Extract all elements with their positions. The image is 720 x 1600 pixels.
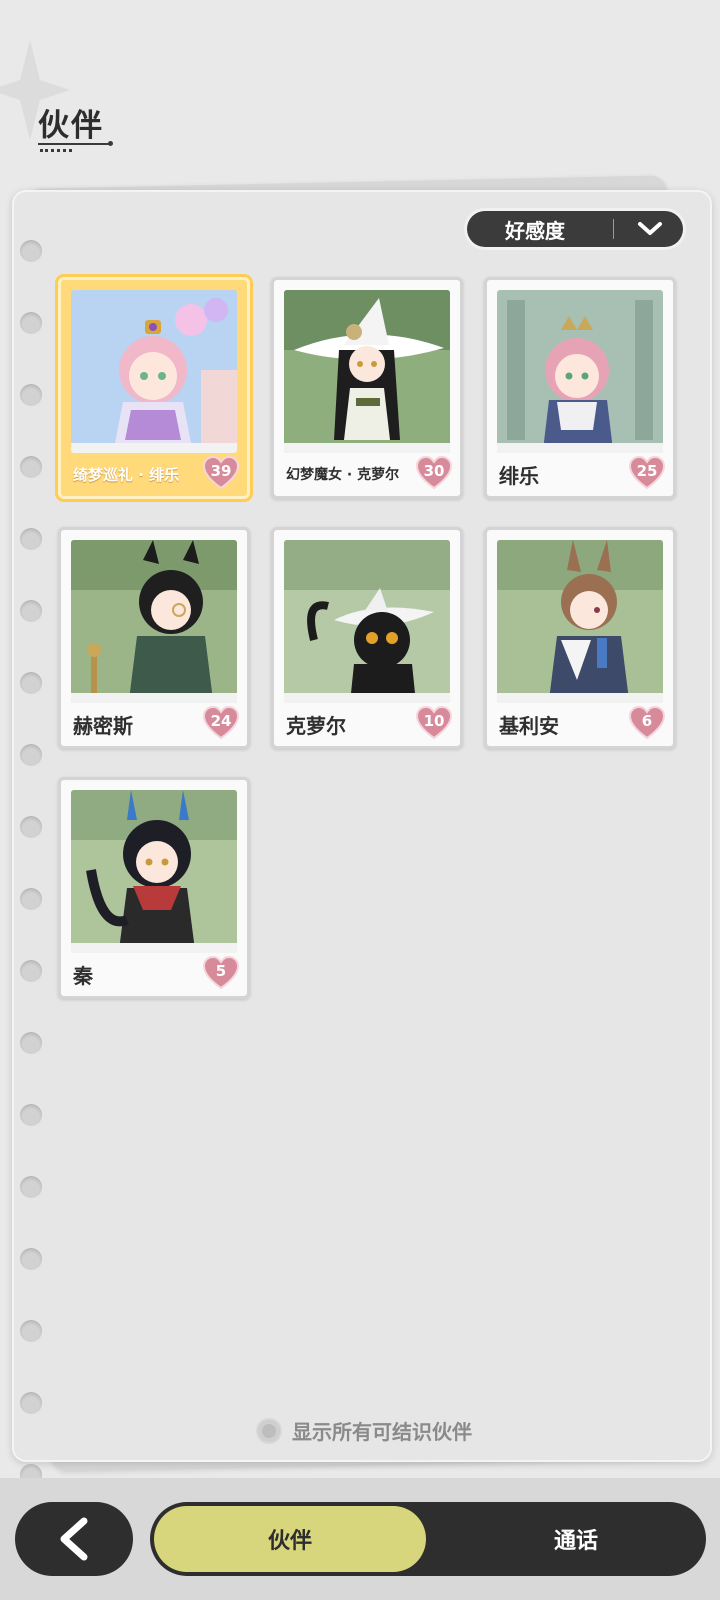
show-all-toggle[interactable]: 显示所有可结识伙伴 xyxy=(256,1416,472,1445)
title-underline xyxy=(38,143,112,145)
binder-holes xyxy=(20,240,46,1536)
sort-label: 好感度 xyxy=(505,218,565,243)
title-dot xyxy=(108,141,113,146)
tab-call[interactable]: 通话 xyxy=(450,1506,702,1572)
partner-card[interactable]: 赫密斯 24 xyxy=(58,527,250,749)
heart-icon: 5 xyxy=(202,955,240,990)
partner-name: 赫密斯 xyxy=(73,714,133,738)
back-arrow-icon xyxy=(60,1517,88,1561)
partner-card[interactable]: 绯乐 25 xyxy=(484,277,676,499)
partner-portrait xyxy=(284,540,450,703)
affinity-value: 30 xyxy=(423,462,445,480)
show-all-label: 显示所有可结识伙伴 xyxy=(292,1420,472,1444)
partner-portrait xyxy=(497,540,663,703)
partner-card[interactable]: 幻梦魔女 · 克萝尔 30 xyxy=(271,277,463,499)
back-button[interactable] xyxy=(15,1502,133,1576)
affinity-value: 25 xyxy=(636,462,658,480)
partner-name: 秦 xyxy=(73,964,93,988)
tab-partner[interactable]: 伙伴 xyxy=(154,1506,426,1572)
heart-icon: 30 xyxy=(415,455,453,490)
partner-card[interactable]: 秦 5 xyxy=(58,777,250,999)
heart-icon: 10 xyxy=(415,705,453,740)
partner-card[interactable]: 克萝尔 10 xyxy=(271,527,463,749)
partner-name: 绯乐 xyxy=(499,464,539,488)
heart-icon: 24 xyxy=(202,705,240,740)
affinity-value: 6 xyxy=(641,712,653,730)
title-dots xyxy=(40,149,72,152)
radio-button[interactable] xyxy=(256,1417,282,1444)
partner-portrait xyxy=(284,290,450,453)
page-title: 伙伴 xyxy=(38,108,104,144)
affinity-value: 5 xyxy=(215,962,227,980)
heart-icon: 6 xyxy=(628,705,666,740)
sort-dropdown[interactable]: 好感度 xyxy=(467,211,683,247)
partner-portrait xyxy=(497,290,663,453)
partner-portrait xyxy=(71,290,237,453)
sort-divider xyxy=(613,219,614,239)
affinity-value: 24 xyxy=(210,712,232,730)
partner-name: 克萝尔 xyxy=(286,714,346,738)
heart-icon: 25 xyxy=(628,455,666,490)
partner-name: 绮梦巡礼 · 绯乐 xyxy=(73,466,180,484)
partner-card[interactable]: 基利安 6 xyxy=(484,527,676,749)
heart-icon: 39 xyxy=(202,455,240,490)
partner-portrait xyxy=(71,540,237,703)
partner-name: 幻梦魔女 · 克萝尔 xyxy=(286,467,400,483)
partner-portrait xyxy=(71,790,237,953)
affinity-value: 10 xyxy=(423,712,445,730)
chevron-down-icon xyxy=(636,217,664,241)
affinity-value: 39 xyxy=(210,462,232,480)
partner-name: 基利安 xyxy=(499,714,559,738)
bottom-tabs: 伙伴 通话 xyxy=(150,1502,706,1576)
partner-card[interactable]: 绮梦巡礼 · 绯乐 39 xyxy=(58,277,250,499)
